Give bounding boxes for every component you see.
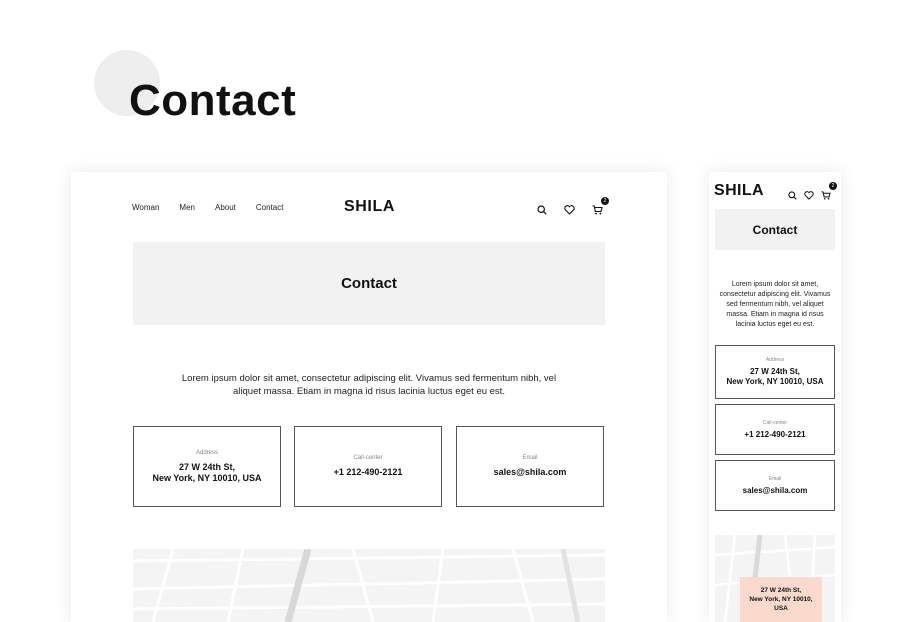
header-icons: 2 [537,197,609,220]
main-nav: Woman Men About Contact [132,203,303,212]
email-value[interactable]: sales@shila.com [494,467,567,478]
map[interactable]: 27 W 24th St, New York, NY 10010, USA [715,535,835,622]
nav-item-about[interactable]: About [215,203,236,212]
card-label: Call-center [762,419,788,426]
email-value[interactable]: sales@shila.com [743,486,808,496]
nav-item-woman[interactable]: Woman [132,203,159,212]
hero-title: Contact [341,275,397,292]
card-label: Email [522,455,538,461]
intro-text: Lorem ipsum dolor sit amet, consectetur … [719,281,831,328]
site-logo[interactable]: SHILA [344,198,395,216]
card-label: Address [195,449,218,456]
intro-text: Lorem ipsum dolor sit amet, consectetur … [181,372,557,397]
card-label: Address [765,357,785,363]
nav-item-contact[interactable]: Contact [256,203,284,212]
heart-icon[interactable] [564,202,575,220]
nav-item-men[interactable]: Men [179,203,195,212]
call-center-card: Call-center +1 212-490-2121 [294,426,442,507]
email-card: Email sales@shila.com [715,460,835,511]
card-label: Email [768,475,782,482]
address-card: Address 27 W 24th St, New York, NY 10010… [715,345,835,399]
hero-banner: Contact [715,209,835,250]
mobile-mockup: SHILA 2 Contact Lorem ipsum dolor sit am… [709,172,841,622]
search-icon[interactable] [788,187,797,205]
search-icon[interactable] [537,202,547,220]
heart-icon[interactable] [804,187,814,205]
header-icons: 2 [788,182,837,205]
page-title: Contact [129,76,297,125]
call-center-card: Call-center +1 212-490-2121 [715,404,835,455]
hero-banner: Contact [133,242,605,325]
cart-icon[interactable]: 2 [821,182,837,205]
address-value: 27 W 24th St, New York, NY 10010, USA [152,461,262,483]
address-value: 27 W 24th St, New York, NY 10010, USA [726,367,824,386]
cart-icon[interactable]: 2 [592,197,609,220]
address-card: Address 27 W 24th St, New York, NY 10010… [133,426,281,507]
cart-count-badge: 2 [829,182,837,190]
cart-count-badge: 2 [601,197,609,205]
site-logo[interactable]: SHILA [714,182,764,200]
map-pin-address[interactable]: 27 W 24th St, New York, NY 10010, USA [740,577,822,622]
desktop-mockup: Woman Men About Contact SHILA 2 Contact … [71,172,667,622]
phone-value[interactable]: +1 212-490-2121 [744,430,805,440]
card-label: Call-center [353,455,383,461]
hero-title: Contact [752,222,798,237]
phone-value[interactable]: +1 212-490-2121 [334,467,403,478]
map[interactable] [133,549,605,622]
map-streets [133,549,605,622]
email-card: Email sales@shila.com [456,426,604,507]
